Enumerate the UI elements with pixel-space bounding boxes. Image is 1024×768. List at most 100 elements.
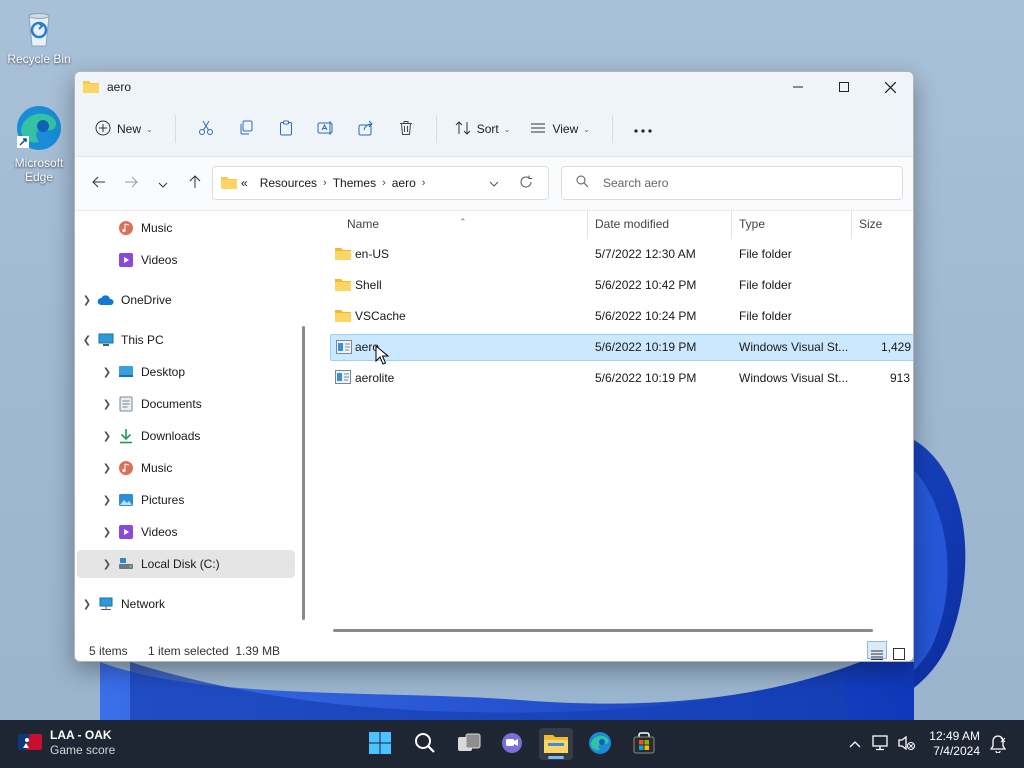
breadcrumb-overflow[interactable]: « <box>241 176 248 190</box>
cloud-icon <box>97 292 115 308</box>
chevron-right-icon[interactable]: ❯ <box>97 559 117 570</box>
nav-item-label: Videos <box>141 253 178 267</box>
chat-button[interactable] <box>495 728 529 760</box>
selection-info: 1 item selected 1.39 MB <box>148 644 281 658</box>
chevron-right-icon[interactable]: ❯ <box>97 367 117 378</box>
table-row[interactable]: aerolite 5/6/2022 10:19 PM Windows Visua… <box>330 365 913 392</box>
nav-item-music[interactable]: ❯ Music <box>77 454 295 482</box>
nav-item-videos[interactable]: ❯ Videos <box>77 518 295 546</box>
view-button[interactable]: View ⌄ <box>522 113 598 145</box>
chevron-down-icon[interactable]: ❮ <box>77 335 97 346</box>
title-bar[interactable]: aero <box>75 72 913 102</box>
nav-item-label: Pictures <box>141 493 185 507</box>
minimize-button[interactable] <box>775 72 821 102</box>
volume-tray-button[interactable] <box>894 735 920 754</box>
horizontal-scrollbar[interactable] <box>333 629 873 632</box>
breadcrumb-aero[interactable]: aero <box>392 176 416 190</box>
details-view-button[interactable] <box>867 641 887 660</box>
nav-item-network[interactable]: ❯ Network <box>77 590 295 618</box>
chevron-right-icon[interactable]: › <box>323 177 327 189</box>
chevron-right-icon[interactable]: ❯ <box>97 399 117 410</box>
nav-item-music-quick[interactable]: Music <box>77 214 295 242</box>
nav-item-local-disk[interactable]: ❯ Local Disk (C:) <box>77 550 295 578</box>
sports-widget[interactable]: LAA - OAK Game score <box>18 728 115 758</box>
address-bar[interactable]: « Resources › Themes › aero › <box>212 166 549 200</box>
thumbnail-view-button[interactable] <box>889 641 909 660</box>
back-button[interactable] <box>83 168 115 200</box>
delete-button[interactable] <box>386 113 426 145</box>
network-tray-button[interactable] <box>868 734 894 754</box>
nav-item-downloads[interactable]: ❯ Downloads <box>77 422 295 450</box>
chevron-right-icon[interactable]: ❯ <box>97 527 117 538</box>
sort-ascending-icon: ⌃ <box>459 217 467 227</box>
column-divider[interactable] <box>851 211 852 239</box>
chevron-right-icon[interactable]: ❯ <box>77 599 97 610</box>
task-view-button[interactable] <box>452 728 486 760</box>
nav-item-desktop[interactable]: ❯ Desktop <box>77 358 295 386</box>
sort-button[interactable]: Sort ⌄ <box>447 113 519 145</box>
chevron-down-icon: ⌄ <box>583 124 590 134</box>
search-input[interactable]: Search aero <box>561 166 903 200</box>
column-divider[interactable] <box>587 211 588 239</box>
paste-button[interactable] <box>266 113 306 145</box>
column-divider[interactable] <box>731 211 732 239</box>
chevron-right-icon[interactable]: ❯ <box>97 431 117 442</box>
chevron-right-icon[interactable]: › <box>422 177 426 189</box>
store-taskbar-button[interactable] <box>627 728 661 760</box>
nav-scrollbar[interactable] <box>302 326 305 620</box>
up-button[interactable] <box>179 168 211 200</box>
column-header-type[interactable]: Type <box>739 217 765 231</box>
chevron-right-icon[interactable]: ❯ <box>97 463 117 474</box>
network-icon <box>97 596 115 612</box>
column-header-name[interactable]: Name <box>347 217 379 231</box>
recent-locations-button[interactable] <box>147 168 179 200</box>
share-button[interactable] <box>346 113 386 145</box>
refresh-button[interactable] <box>510 175 542 192</box>
refresh-icon <box>519 175 533 192</box>
show-hidden-icons-button[interactable] <box>842 737 868 751</box>
more-options-button[interactable] <box>623 113 663 145</box>
table-row[interactable]: en-US 5/7/2022 12:30 AM File folder <box>330 241 913 268</box>
table-row[interactable]: VSCache 5/6/2022 10:24 PM File folder <box>330 303 913 330</box>
nav-item-pictures[interactable]: ❯ Pictures <box>77 486 295 514</box>
active-app-indicator <box>548 756 564 759</box>
copy-button[interactable] <box>226 113 266 145</box>
close-button[interactable] <box>867 72 913 102</box>
chevron-right-icon[interactable]: › <box>382 177 386 189</box>
cut-button[interactable] <box>186 113 226 145</box>
edge-taskbar-button[interactable] <box>583 728 617 760</box>
breadcrumb-resources[interactable]: Resources <box>260 176 317 190</box>
forward-button[interactable] <box>115 168 147 200</box>
file-date: 5/7/2022 12:30 AM <box>595 247 696 261</box>
table-row-selected[interactable]: aero 5/6/2022 10:19 PM Windows Visual St… <box>330 334 913 365</box>
nav-item-this-pc[interactable]: ❮ This PC <box>77 326 295 354</box>
nav-item-onedrive[interactable]: ❯ OneDrive <box>77 286 295 314</box>
column-header-size[interactable]: Size <box>859 217 882 231</box>
desktop-icon-recycle-bin[interactable]: Recycle Bin <box>5 8 73 66</box>
edge-icon <box>588 731 612 758</box>
nav-item-documents[interactable]: ❯ Documents <box>77 390 295 418</box>
start-button[interactable] <box>363 728 397 760</box>
clock-time: 12:49 AM <box>929 729 980 743</box>
rename-button[interactable] <box>306 113 346 145</box>
search-button[interactable] <box>408 728 442 760</box>
maximize-button[interactable] <box>821 72 867 102</box>
clock[interactable]: 12:49 AM 7/4/2024 <box>929 729 980 759</box>
notifications-button[interactable] <box>989 735 1007 756</box>
table-row[interactable]: Shell 5/6/2022 10:42 PM File folder <box>330 272 913 299</box>
arrow-up-icon <box>189 175 201 192</box>
address-history-button[interactable] <box>478 176 510 190</box>
breadcrumb-themes[interactable]: Themes <box>333 176 376 190</box>
file-type: Windows Visual St... <box>739 371 849 385</box>
new-button[interactable]: New ⌄ <box>87 113 161 145</box>
mlb-logo-icon <box>18 733 42 753</box>
nav-item-label: Network <box>121 597 166 611</box>
theme-file-icon <box>336 340 352 354</box>
nav-item-videos-quick[interactable]: Videos <box>77 246 295 274</box>
file-explorer-taskbar-button[interactable] <box>539 728 573 760</box>
desktop-icon-edge[interactable]: Microsoft Edge <box>5 104 73 184</box>
chevron-right-icon[interactable]: ❯ <box>77 295 97 306</box>
network-monitor-icon <box>872 734 890 754</box>
chevron-right-icon[interactable]: ❯ <box>97 495 117 506</box>
column-header-date[interactable]: Date modified <box>595 217 669 231</box>
